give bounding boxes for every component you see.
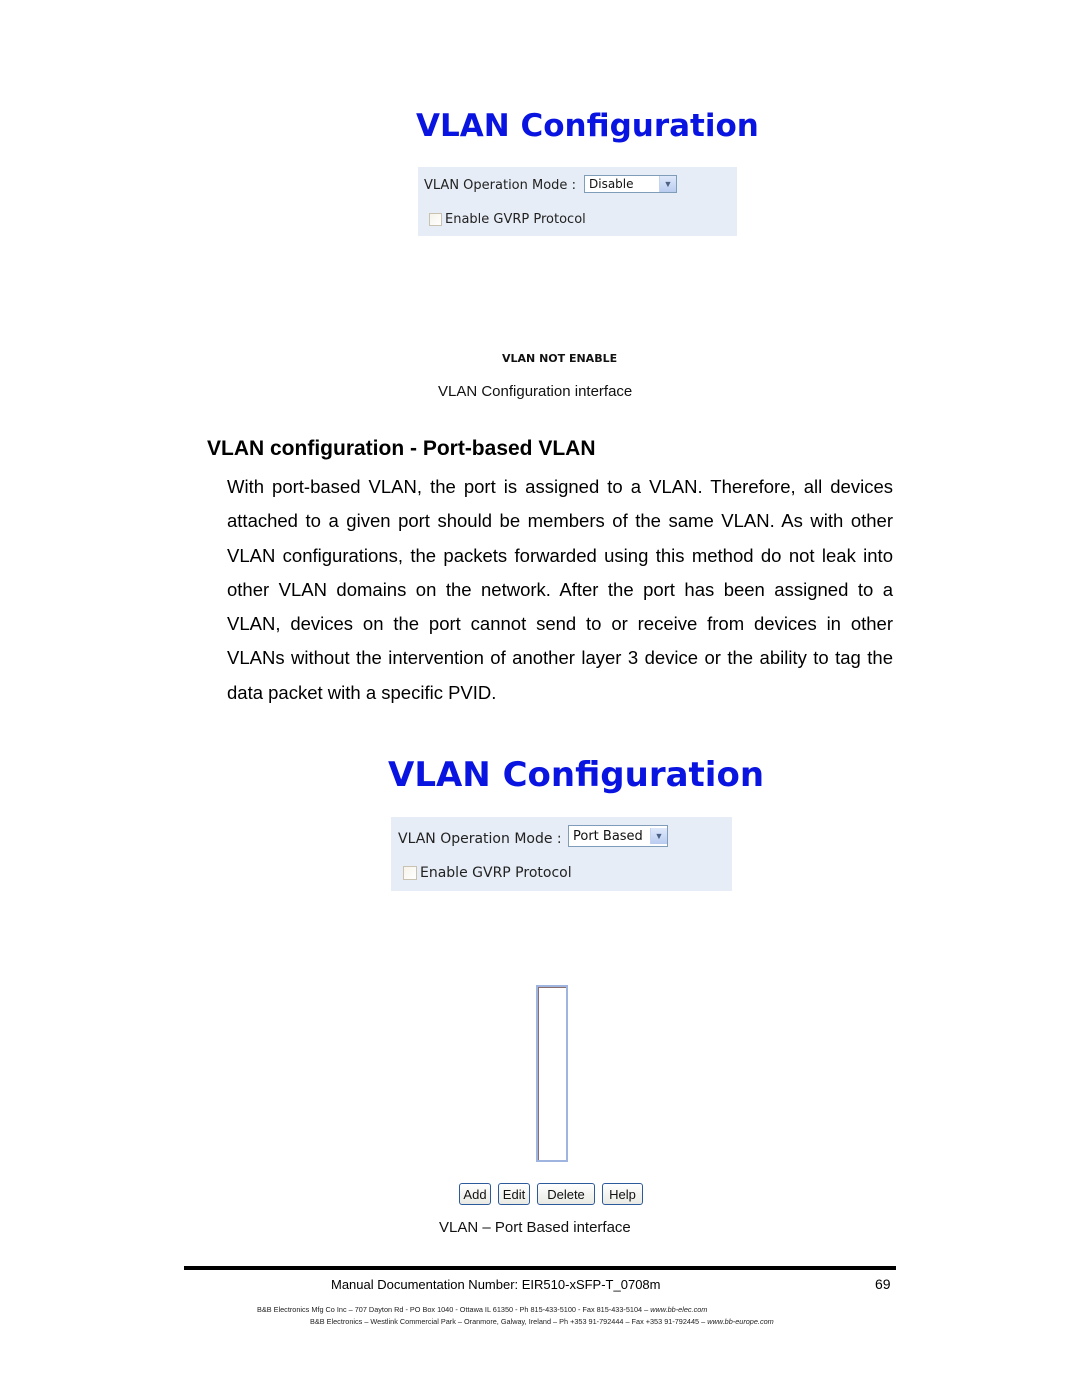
add-button[interactable]: Add bbox=[459, 1183, 491, 1205]
figure-vlan-disabled: VLAN Configuration VLAN Operation Mode :… bbox=[0, 0, 1080, 410]
footer-page-number: 69 bbox=[875, 1276, 891, 1292]
figure2-button-row: Add Edit Delete Help bbox=[459, 1183, 645, 1205]
figure1-status-text: VLAN NOT ENABLE bbox=[502, 352, 618, 365]
edit-button[interactable]: Edit bbox=[498, 1183, 530, 1205]
figure-vlan-port-based: VLAN Configuration VLAN Operation Mode :… bbox=[0, 740, 1080, 1240]
vlan-list-box[interactable] bbox=[536, 985, 568, 1162]
footer-us-address-text: B&B Electronics Mfg Co Inc – 707 Dayton … bbox=[257, 1305, 649, 1314]
chevron-down-icon[interactable]: ▼ bbox=[659, 176, 676, 192]
figure1-caption: VLAN Configuration interface bbox=[438, 383, 633, 400]
figure1-mode-value: Disable bbox=[589, 177, 634, 191]
footer-eu-url[interactable]: www.bb-europe.com bbox=[707, 1317, 774, 1326]
figure2-mode-label: VLAN Operation Mode : bbox=[398, 831, 562, 847]
figure2-gvrp-label: Enable GVRP Protocol bbox=[420, 865, 572, 881]
figure2-caption: VLAN – Port Based interface bbox=[439, 1219, 631, 1236]
section-paragraph: With port-based VLAN, the port is assign… bbox=[227, 476, 893, 703]
delete-button[interactable]: Delete bbox=[537, 1183, 595, 1205]
footer-us-url[interactable]: www.bb-elec.com bbox=[650, 1305, 707, 1314]
figure2-mode-select[interactable]: Port Based ▼ bbox=[568, 825, 668, 847]
chevron-down-icon[interactable]: ▼ bbox=[650, 828, 667, 844]
figure1-mode-select[interactable]: Disable ▼ bbox=[584, 175, 677, 193]
footer-eu-address-text: B&B Electronics – Westlink Commercial Pa… bbox=[310, 1317, 706, 1326]
figure2-panel: VLAN Operation Mode : Port Based ▼ Enabl… bbox=[391, 817, 732, 891]
figure1-mode-label: VLAN Operation Mode : bbox=[424, 178, 576, 193]
figure1-title: VLAN Configuration bbox=[416, 108, 759, 144]
section-heading: VLAN configuration - Port-based VLAN bbox=[207, 437, 596, 460]
figure1-gvrp-label: Enable GVRP Protocol bbox=[445, 212, 586, 227]
figure2-mode-value: Port Based bbox=[573, 828, 643, 844]
figure2-gvrp-checkbox[interactable] bbox=[403, 866, 417, 880]
help-button[interactable]: Help bbox=[602, 1183, 643, 1205]
figure1-gvrp-checkbox[interactable] bbox=[429, 213, 442, 226]
footer-rule bbox=[184, 1266, 896, 1270]
figure1-panel: VLAN Operation Mode : Disable ▼ Enable G… bbox=[418, 167, 737, 236]
footer-eu-address: B&B Electronics – Westlink Commercial Pa… bbox=[310, 1317, 774, 1326]
figure2-title: VLAN Configuration bbox=[388, 755, 765, 795]
footer-us-address: B&B Electronics Mfg Co Inc – 707 Dayton … bbox=[257, 1305, 707, 1314]
footer-doc-number: Manual Documentation Number: EIR510-xSFP… bbox=[331, 1277, 661, 1292]
